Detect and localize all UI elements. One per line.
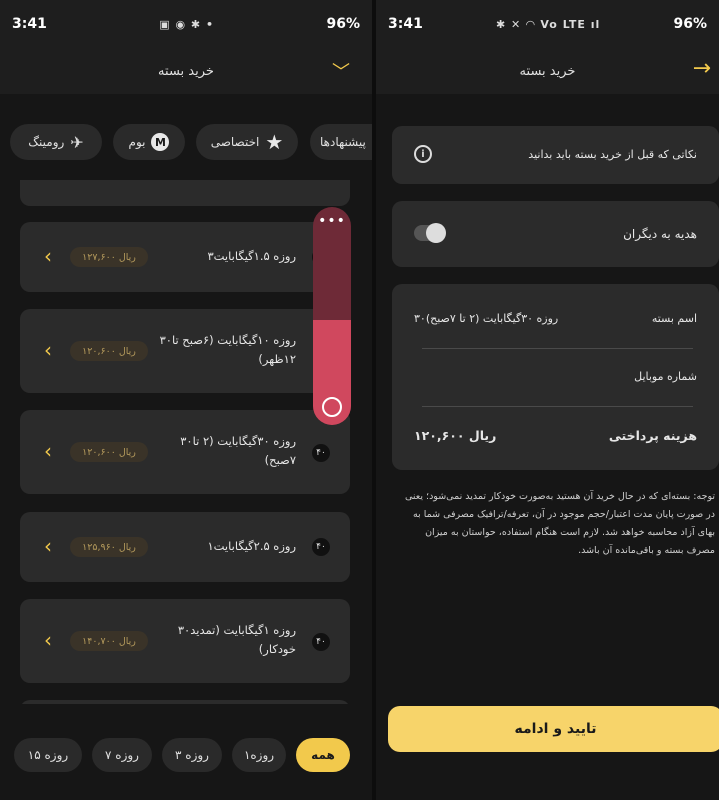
status-icons: ✱ ✕ ◠ Vo LTE ıl [496,17,601,31]
notice-card[interactable]: نکاتی که قبل از خرید بسته باید بدانید i [392,126,719,184]
purchase-details: نکاتی که قبل از خرید بسته باید بدانید i … [376,94,719,800]
star-icon: ★ [265,130,284,154]
chevron-left-icon: ‹ [44,439,52,463]
filter-7-day[interactable]: ۷ روزه [92,738,152,772]
package-price: ۱۲۰,۶۰۰ ریال [70,442,148,462]
battery-level: 96% [673,16,707,32]
scroll-handle[interactable]: ••• [313,207,351,425]
status-bar: 3:41 ▣ ◉ ✱ • 96% [0,0,372,48]
package-card[interactable]: ۴۰ ۱روزه ۲.۵گیگابایت ۱۲۵,۹۶۰ ریال ‹ [20,512,350,582]
package-card[interactable]: ۳ ۳روزه ۱.۵گیگابایت ۱۲۷,۶۰۰ ریال ‹ [20,222,350,292]
notice-text: نکاتی که قبل از خرید بسته باید بدانید [528,148,697,161]
gift-card: هدیه به دیگران [392,201,719,267]
airplane-icon: ✈ [70,132,84,152]
info-icon: i [414,145,432,163]
package-badge-icon: ۴۰ [312,444,330,462]
page-title: خرید بسته [519,63,576,79]
chevron-down-icon[interactable]: ﹀ [332,58,350,84]
more-icon[interactable]: ••• [313,213,351,229]
status-bar: 3:41 ✱ ✕ ◠ Vo LTE ıl 96% [376,0,719,48]
battery-level: 96% [326,16,360,32]
chevron-left-icon: ‹ [44,244,52,268]
tab-exclusive[interactable]: اختصاصی ★ [196,124,298,160]
status-time: 3:41 [388,16,423,32]
filter-15-day[interactable]: ۱۵ روزه [14,738,82,772]
app-bar: خرید بسته → [376,48,719,94]
back-arrow-icon[interactable]: → [693,56,711,81]
summary-card: اسم بسته ۳۰روزه ۳۰گیگابایت (۲ تا ۷صبح) ش… [392,284,719,470]
hamrah-icon: M [151,133,170,151]
package-name-value: ۳۰روزه ۳۰گیگابایت (۲ تا ۷صبح) [414,312,559,325]
category-tabs: پیشنهادها اختصاصی ★ بوم M رومینگ ✈ [0,124,372,164]
package-card[interactable]: ۴۰ ۳۰روزه ۳۰گیگابایت (۲ تا ۷صبح) ۱۲۰,۶۰۰… [20,410,350,494]
package-card[interactable]: ۳۰روزه ۱۰گیگابایت (۶صبح تا ۱۲ظهر) ۱۲۰,۶۰… [20,309,350,393]
status-time: 3:41 [12,16,47,32]
package-card[interactable]: ۴۰ ۳۰روزه ۱گیگابایت (تمدید خودکار) ۱۴۰,۷… [20,599,350,683]
filter-3-day[interactable]: ۳ روزه [162,738,222,772]
package-price: ۱۲۵,۹۶۰ ریال [70,537,148,557]
renewal-note: توجه: بسته‌ای که در حال خرید آن هستید به… [405,491,715,556]
tab-boom[interactable]: بوم M [113,124,185,160]
package-badge-icon: ۴۰ [312,538,330,556]
left-screen: 3:41 ▣ ◉ ✱ • 96% خرید بسته ﹀ پیشنهادها ا… [0,0,372,800]
chevron-left-icon: ‹ [44,534,52,558]
package-title: ۳روزه ۱.۵گیگابایت [207,249,296,263]
package-price: ۱۴۰,۷۰۰ ریال [70,631,148,651]
tab-offers[interactable]: پیشنهادها [310,124,372,160]
chat-icon[interactable] [322,397,342,417]
tab-roaming[interactable]: رومینگ ✈ [10,124,102,160]
page-title: خرید بسته [158,63,214,79]
package-name-label: اسم بسته [651,312,697,325]
gift-label: هدیه به دیگران [623,227,697,241]
list-item-partial [20,180,350,206]
status-icons: ▣ ◉ ✱ • [159,17,215,31]
package-title: ۱روزه ۲.۵گیگابایت [207,539,296,553]
package-price: ۱۲۰,۶۰۰ ریال [70,341,148,361]
package-list-area: پیشنهادها اختصاصی ★ بوم M رومینگ ✈ ۳ ۳رو… [0,94,372,800]
divider [422,406,693,407]
right-screen: 3:41 ✱ ✕ ◠ Vo LTE ıl 96% خرید بسته → نکا… [376,0,719,800]
app-bar: خرید بسته ﹀ [0,48,372,94]
confirm-button[interactable]: تایید و ادامه [388,706,719,752]
mobile-label: شماره موبایل [634,370,697,383]
chevron-left-icon: ‹ [44,338,52,362]
divider [422,348,693,349]
filter-1-day[interactable]: ۱روزه [232,738,286,772]
toggle-knob [426,223,446,243]
cost-label: هزینه پرداختی [608,428,697,443]
gift-toggle[interactable] [414,223,446,243]
cost-value: ۱۲۰,۶۰۰ ریال [414,428,497,443]
filter-all[interactable]: همه [296,738,350,772]
package-title: ۳۰روزه ۱۰گیگابایت (۶صبح تا ۱۲ظهر) [159,333,296,366]
package-badge-icon: ۴۰ [312,633,330,651]
chevron-left-icon: ‹ [44,628,52,652]
package-title: ۳۰روزه ۳۰گیگابایت (۲ تا ۷صبح) [180,434,296,467]
package-title: ۳۰روزه ۱گیگابایت (تمدید خودکار) [177,623,296,656]
package-price: ۱۲۷,۶۰۰ ریال [70,247,148,267]
